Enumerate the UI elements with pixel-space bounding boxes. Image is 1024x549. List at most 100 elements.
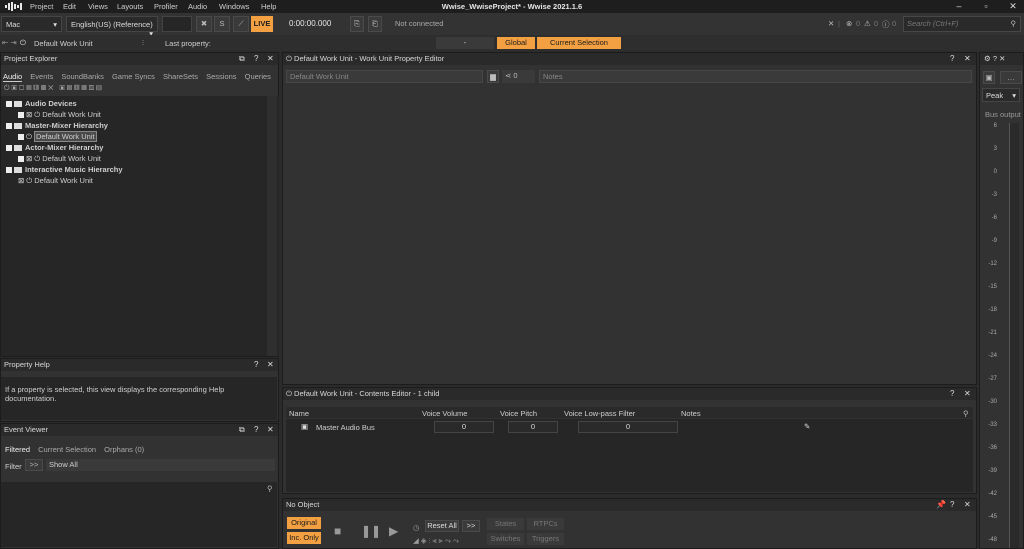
close-icon[interactable]: ✕: [999, 54, 1005, 63]
tab-game-syncs[interactable]: Game Syncs: [112, 72, 155, 81]
switches-tab[interactable]: Switches: [487, 533, 524, 545]
close-icon[interactable]: ✕: [267, 53, 274, 65]
search-icon[interactable]: ⚲: [963, 409, 969, 418]
meter-mode-select[interactable]: Peak ▾: [982, 88, 1020, 102]
tree-item-actor-mixer[interactable]: Actor-Mixer Hierarchy: [6, 142, 103, 153]
transport-options-icons[interactable]: ◢◈⫶⫷⫸⤳⤳: [413, 536, 461, 546]
mute-icon[interactable]: ✖: [196, 16, 212, 32]
volume-field[interactable]: [162, 16, 192, 32]
expand-icon[interactable]: [6, 101, 12, 108]
comment-icon[interactable]: ▆: [487, 70, 499, 83]
more-button[interactable]: >>: [462, 520, 480, 532]
expand-icon[interactable]: [18, 156, 24, 163]
live-button[interactable]: LIVE: [251, 16, 273, 32]
filter-expand-button[interactable]: >>: [25, 459, 43, 471]
properties-icon[interactable]: ⫶: [142, 38, 144, 48]
pause-icon[interactable]: ❚❚: [361, 524, 381, 538]
pin-icon[interactable]: ⧉: [239, 424, 245, 436]
nav-arrows-icon[interactable]: ⇤ ⇥: [2, 38, 17, 47]
original-button[interactable]: Original: [287, 517, 321, 529]
voice-lpf-slider[interactable]: 0: [578, 421, 678, 433]
object-name-field[interactable]: Default Work Unit: [286, 70, 483, 83]
help-icon[interactable]: ?: [950, 499, 954, 511]
rtpcs-tab[interactable]: RTPCs: [527, 518, 564, 530]
triggers-tab[interactable]: Triggers: [527, 533, 564, 545]
more-options-button[interactable]: …: [1000, 71, 1022, 84]
filter-dropdown[interactable]: Show All: [46, 459, 275, 471]
tab-soundbanks[interactable]: SoundBanks: [61, 72, 104, 81]
close-icon[interactable]: ✕: [964, 388, 971, 400]
stop-icon[interactable]: ■: [334, 524, 341, 538]
search-icon[interactable]: ⚲: [267, 484, 273, 493]
explorer-toolbar-icons[interactable]: ⏻▣▢▤▥▦✕ ▣▤▥▦▧▨: [4, 85, 274, 94]
tab-audio[interactable]: Audio: [3, 72, 23, 82]
gear-icon[interactable]: ⚙: [984, 54, 991, 63]
col-voice-pitch[interactable]: Voice Pitch: [500, 409, 537, 418]
language-select[interactable]: English(US) (Reference) ▾: [66, 16, 158, 38]
platform-select[interactable]: Mac ▾: [1, 16, 62, 32]
close-icon[interactable]: ✕: [267, 424, 274, 436]
tab-events[interactable]: Events: [30, 72, 53, 81]
notes-field[interactable]: Notes: [539, 70, 972, 83]
tree-item-interactive-music[interactable]: Interactive Music Hierarchy: [6, 164, 123, 175]
tree-item-default-work-unit[interactable]: ⊠ ⏻ Default Work Unit: [18, 175, 93, 186]
reference-count[interactable]: ⋖ 0: [502, 70, 535, 83]
maximize-icon[interactable]: ▫: [977, 0, 995, 13]
global-button[interactable]: Global: [497, 37, 535, 49]
tab-filtered[interactable]: Filtered: [5, 445, 30, 454]
clear-icon[interactable]: ✕: [828, 19, 834, 28]
pin-icon[interactable]: ▣: [983, 71, 995, 84]
value-field[interactable]: -: [436, 37, 494, 49]
tree-item-master-mixer[interactable]: Master-Mixer Hierarchy: [6, 120, 108, 131]
play-icon[interactable]: ▶: [389, 524, 398, 538]
help-icon[interactable]: ?: [950, 53, 954, 65]
states-tab[interactable]: States: [487, 518, 524, 530]
scrollbar[interactable]: [267, 96, 277, 356]
search-input[interactable]: Search (Ctrl+F) ⚲: [903, 16, 1021, 32]
col-name[interactable]: Name: [289, 409, 309, 418]
expand-icon[interactable]: [6, 145, 12, 152]
profiler-graph-icon[interactable]: ⟋: [233, 16, 249, 32]
close-icon[interactable]: ✕: [964, 499, 971, 511]
col-voice-volume[interactable]: Voice Volume: [422, 409, 467, 418]
close-icon[interactable]: ✕: [267, 359, 274, 371]
capture-icon[interactable]: ⎘: [350, 16, 364, 32]
tab-orphans[interactable]: Orphans (0): [104, 445, 144, 454]
connect-icon[interactable]: ⎗: [368, 16, 382, 32]
warning-icon[interactable]: ⚠: [864, 19, 871, 28]
tree-item-default-work-unit[interactable]: ⊠ ⏻ Default Work Unit: [18, 109, 101, 120]
table-row[interactable]: ▣ Master Audio Bus 0 0 0 ✎: [286, 421, 973, 433]
col-voice-lpf[interactable]: Voice Low-pass Filter: [564, 409, 635, 418]
voice-pitch-slider[interactable]: 0: [508, 421, 558, 433]
tab-sessions[interactable]: Sessions: [206, 72, 236, 81]
expand-icon[interactable]: [18, 112, 24, 119]
help-icon[interactable]: ?: [254, 424, 258, 436]
help-icon[interactable]: ?: [993, 54, 997, 63]
minimize-icon[interactable]: –: [950, 0, 968, 13]
expand-icon[interactable]: [6, 167, 12, 174]
help-icon[interactable]: ?: [254, 53, 258, 65]
current-selection-button[interactable]: Current Selection: [537, 37, 621, 49]
edit-notes-icon[interactable]: ✎: [804, 422, 810, 431]
tree-item-audio-devices[interactable]: Audio Devices: [6, 98, 77, 109]
inc-only-button[interactable]: Inc. Only: [287, 532, 321, 544]
close-window-icon[interactable]: ✕: [1004, 0, 1022, 13]
expand-icon[interactable]: [6, 123, 12, 130]
tree-item-default-work-unit[interactable]: ⊠ ⏻ Default Work Unit: [18, 153, 101, 164]
pin-icon[interactable]: ⧉: [239, 53, 245, 65]
close-icon[interactable]: ✕: [964, 53, 971, 65]
help-icon[interactable]: ?: [254, 359, 258, 371]
tree-item-default-work-unit-selected[interactable]: ⏻ Default Work Unit: [18, 131, 97, 142]
reset-all-button[interactable]: Reset All: [425, 520, 459, 532]
tab-sharesets[interactable]: ShareSets: [163, 72, 198, 81]
solo-button[interactable]: S: [214, 16, 230, 32]
error-icon[interactable]: ⊗: [846, 19, 852, 28]
col-notes[interactable]: Notes: [681, 409, 701, 418]
expand-icon[interactable]: [18, 134, 24, 141]
help-icon[interactable]: ?: [950, 388, 954, 400]
tab-current-selection[interactable]: Current Selection: [38, 445, 96, 454]
tab-queries[interactable]: Queries: [245, 72, 271, 81]
info-icon[interactable]: ⓘ: [882, 19, 890, 30]
voice-volume-slider[interactable]: 0: [434, 421, 494, 433]
pin-icon[interactable]: 📌: [936, 499, 946, 511]
